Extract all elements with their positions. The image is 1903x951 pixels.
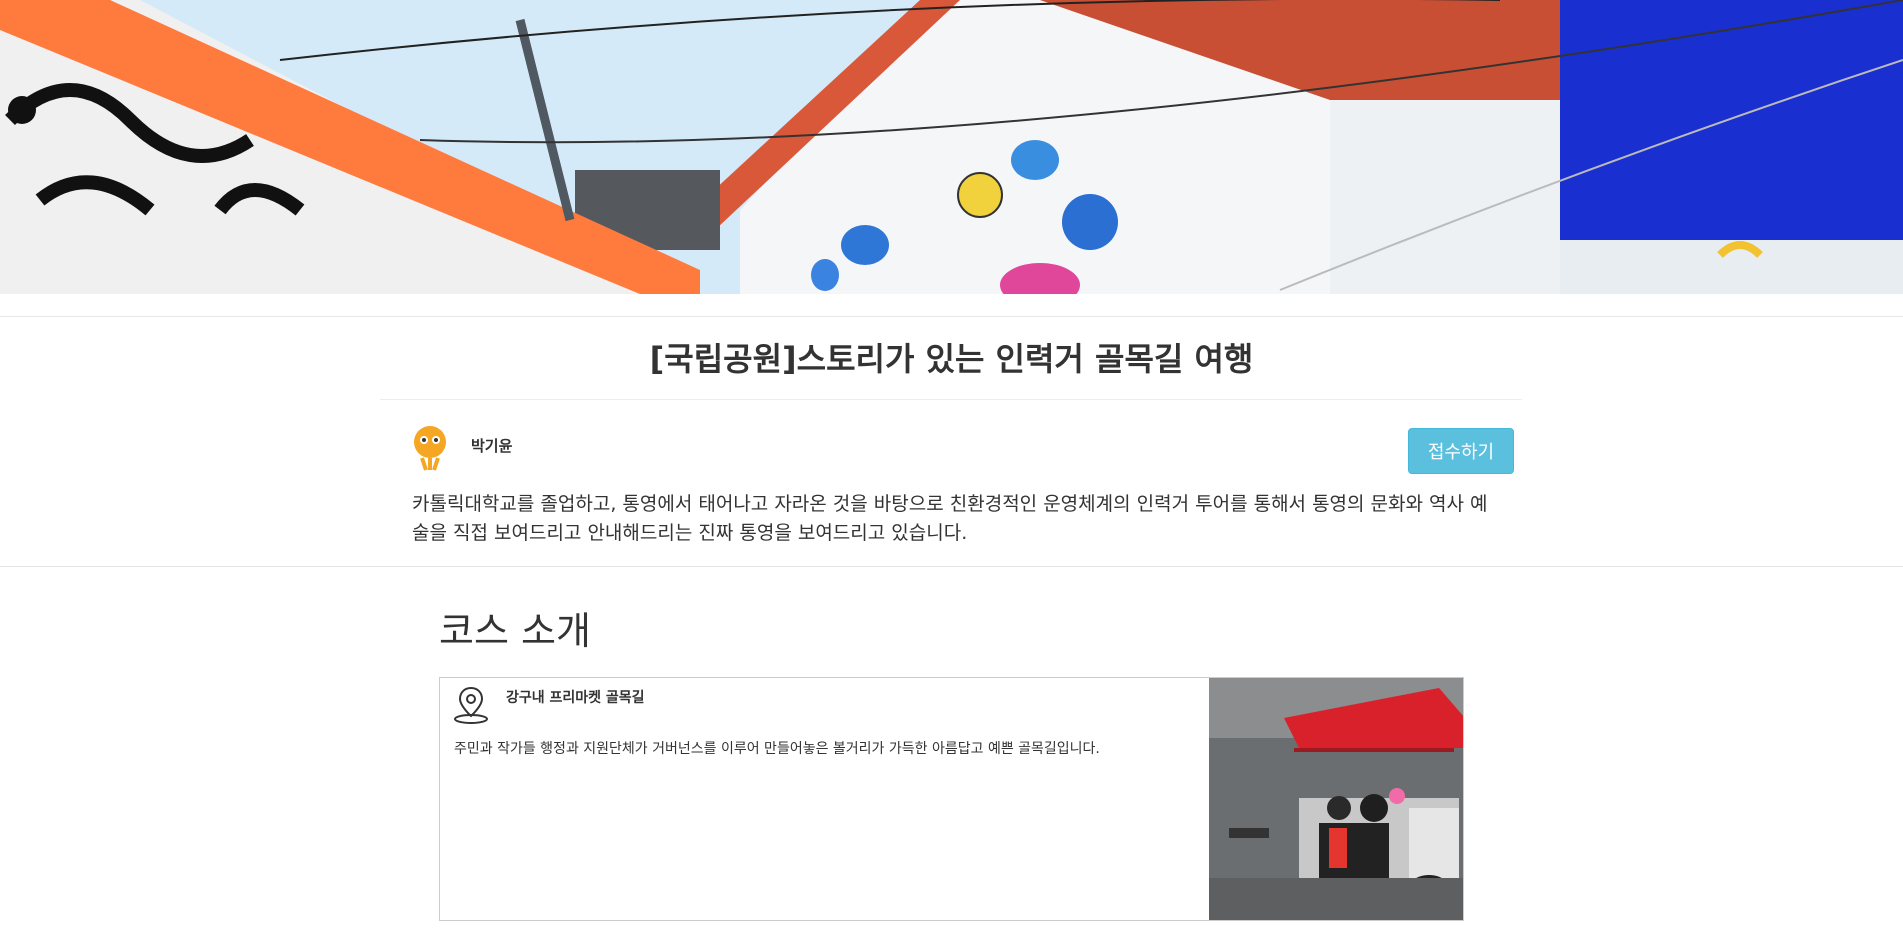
course-stop-card: 강구내 프리마켓 골목길 주민과 작가들 행정과 지원단체가 거버넌스를 이루어…: [439, 677, 1464, 921]
course-stop-name: 강구내 프리마켓 골목길: [506, 690, 645, 706]
guide-avatar-icon: [410, 424, 450, 472]
guide-bio: 카톨릭대학교를 졸업하고, 통영에서 태어나고 자라온 것을 바탕으로 친환경적…: [412, 493, 1488, 544]
guide-name: 박기윤: [471, 437, 513, 455]
hero-divider: [0, 294, 1903, 317]
title-divider: [380, 399, 1522, 400]
course-heading: 코스 소개: [439, 609, 591, 653]
hero-banner-image: [0, 0, 1903, 294]
location-pin-icon: [452, 684, 490, 724]
section-divider: [0, 566, 1903, 567]
course-stop-description: 주민과 작가들 행정과 지원단체가 거버넌스를 이루어 만들어놓은 볼거리가 가…: [454, 741, 1100, 757]
apply-button[interactable]: 접수하기: [1408, 428, 1514, 474]
page-title: [국립공원]스토리가 있는 인력거 골목길 여행: [649, 340, 1254, 378]
course-stop-photo: [1209, 678, 1463, 920]
